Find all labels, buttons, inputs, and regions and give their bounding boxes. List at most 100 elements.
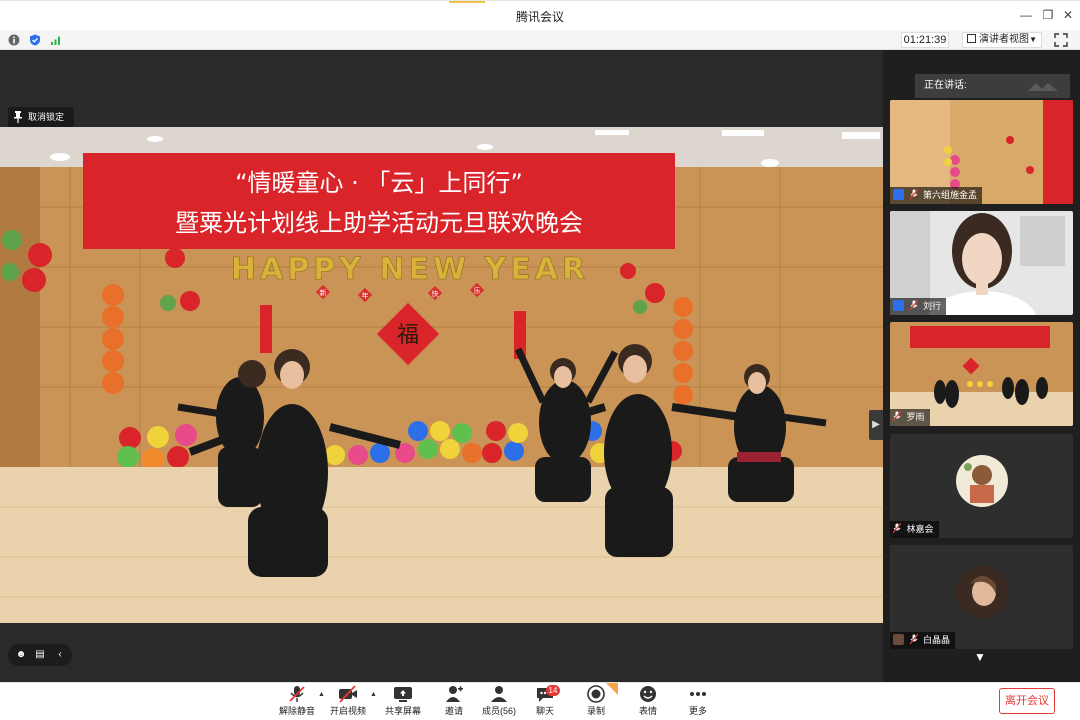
record-new-corner-badge <box>606 683 618 695</box>
pin-icon <box>14 111 22 123</box>
unmute-label: 解除静音 <box>278 706 315 716</box>
avatar-image <box>956 455 1008 507</box>
start-video-label: 开启视频 <box>329 706 366 716</box>
couplet-char-1: 新 <box>320 288 327 297</box>
tencent-meeting-window: 腾讯会议 — ❐ ✕ 01:21:39 演讲者视图 ▼ 取消锁定 “情暖童心 ·… <box>0 0 1080 720</box>
audio-options-caret[interactable]: ▲ <box>318 691 326 699</box>
info-icon[interactable] <box>8 34 20 46</box>
avatar-image <box>956 566 1008 618</box>
fullscreen-icon[interactable] <box>1054 33 1068 47</box>
unmute-button[interactable]: 解除静音 <box>277 685 317 719</box>
emoji-icon <box>640 686 656 702</box>
participant-name: 第六组施金孟 <box>923 190 978 200</box>
unlock-pin-button[interactable]: 取消锁定 <box>8 107 74 127</box>
chat-unread-badge: 14 <box>546 685 560 696</box>
stage-video-picture: “情暖童心 · 「云」上同行” 暨粟光计划线上助学活动元旦联欢晚会 HAPPY … <box>0 127 883 623</box>
more-dots-icon <box>690 692 706 696</box>
chevron-left-icon[interactable]: ‹ <box>53 648 67 662</box>
couplet-char-2: 年 <box>362 291 369 300</box>
participant-name-tag: 第六组施金孟 <box>890 187 983 204</box>
title-bar: 腾讯会议 — ❐ ✕ <box>0 0 1080 30</box>
record-button[interactable]: 录制 <box>576 683 618 719</box>
unlock-label: 取消锁定 <box>28 112 65 122</box>
minimize-button[interactable]: — <box>1018 7 1034 23</box>
banner-line-1: “情暖童心 · 「云」上同行” <box>235 169 523 197</box>
speaker-view-icon <box>967 34 976 43</box>
speaking-label: 正在讲话: <box>924 80 967 91</box>
participant-name: 刘行 <box>923 301 942 311</box>
video-options-caret[interactable]: ▲ <box>370 691 378 699</box>
chevron-down-icon: ▼ <box>1029 35 1037 44</box>
speaking-indicator: 正在讲话: <box>915 74 1070 98</box>
participant-name: 林嘉会 <box>906 524 934 534</box>
meeting-toolbar: 解除静音 ▲ 开启视频 ▲ 共享屏幕 邀请 成员(56) 14 聊天 录制 表情… <box>0 682 1080 720</box>
close-button[interactable]: ✕ <box>1060 7 1076 23</box>
chat-label: 聊天 <box>535 706 554 716</box>
add-user-icon <box>446 686 463 702</box>
shared-video-feed[interactable]: “情暖童心 · 「云」上同行” 暨粟光计划线上助学活动元旦联欢晚会 HAPPY … <box>0 127 883 623</box>
screen-share-icon <box>394 687 412 702</box>
members-button[interactable]: 成员(56) <box>479 685 519 719</box>
members-label: 成员(56) <box>481 706 516 716</box>
title-accent <box>449 1 485 3</box>
share-screen-label: 共享屏幕 <box>384 706 421 716</box>
emoji-reaction-icon[interactable]: ☻ <box>14 648 28 662</box>
happy-new-year-balloons: HAPPY NEW YEAR <box>231 252 589 287</box>
chat-bubble-icon[interactable]: ▤ <box>33 648 47 662</box>
participant-panel: 正在讲话: 第六组施金孟 刘行 罗雨 林嘉会 白晶晶 ▼ <box>883 50 1080 682</box>
microphone-muted-icon <box>909 189 918 200</box>
reactions-button[interactable]: 表情 <box>628 685 668 719</box>
chevron-right-icon: ▶ <box>872 419 880 430</box>
member-icon <box>893 189 904 200</box>
main-video-stage: 取消锁定 “情暖童心 · 「云」上同行” 暨粟光计划线上助学活动元旦联欢晚会 H… <box>0 50 883 682</box>
security-shield-icon[interactable] <box>29 34 41 46</box>
leave-meeting-button[interactable]: 离开会议 <box>999 688 1055 714</box>
chat-button[interactable]: 14 聊天 <box>525 685 565 719</box>
more-button[interactable]: 更多 <box>678 685 718 719</box>
record-label: 录制 <box>586 706 605 716</box>
view-mode-label: 演讲者视图 <box>979 34 1029 45</box>
participant-name: 罗雨 <box>906 412 925 422</box>
member-icon <box>893 300 904 311</box>
participant-name-tag: 白晶晶 <box>890 632 956 649</box>
participant-tile[interactable]: 罗雨 <box>890 322 1073 426</box>
invite-button[interactable]: 邀请 <box>434 685 474 719</box>
more-label: 更多 <box>688 706 707 716</box>
network-signal-icon[interactable] <box>50 34 62 46</box>
avatar <box>956 455 1008 507</box>
record-icon <box>587 685 605 703</box>
reactions-label: 表情 <box>638 706 657 716</box>
meeting-info-bar: 01:21:39 演讲者视图 ▼ <box>0 30 1080 50</box>
microphone-muted-icon <box>909 300 918 311</box>
participant-name: 白晶晶 <box>923 635 951 645</box>
microphone-muted-icon <box>289 686 305 702</box>
camera-off-icon <box>339 685 357 703</box>
scroll-down-arrow-icon[interactable]: ▼ <box>973 651 987 663</box>
participant-name-tag: 刘行 <box>890 298 947 315</box>
microphone-muted-icon <box>893 411 901 422</box>
maximize-button[interactable]: ❐ <box>1040 7 1056 23</box>
window-title: 腾讯会议 <box>515 10 564 24</box>
microphone-muted-icon <box>909 634 918 645</box>
view-mode-dropdown[interactable]: 演讲者视图 ▼ <box>962 32 1042 48</box>
meeting-timer: 01:21:39 <box>901 32 949 48</box>
couplet-char-4: 乐 <box>474 286 481 295</box>
participant-tile[interactable]: 第六组施金孟 <box>890 100 1073 204</box>
microphone-muted-icon <box>893 523 901 534</box>
share-screen-button[interactable]: 共享屏幕 <box>383 685 423 719</box>
participant-name-tag: 林嘉会 <box>890 521 939 538</box>
stage-control-pill: ☻ ▤ ‹ <box>8 644 72 666</box>
participant-tile[interactable]: 白晶晶 <box>890 545 1073 649</box>
collapse-panel-button[interactable]: ▶ <box>869 410 883 440</box>
members-icon <box>491 686 507 702</box>
participant-tile[interactable]: 刘行 <box>890 211 1073 315</box>
fu-character: 福 <box>397 323 419 348</box>
member-icon <box>893 634 904 645</box>
participant-tile[interactable]: 林嘉会 <box>890 434 1073 538</box>
invite-label: 邀请 <box>444 706 463 716</box>
banner-line-2: 暨粟光计划线上助学活动元旦联欢晚会 <box>175 209 583 237</box>
avatar <box>956 566 1008 618</box>
start-video-button[interactable]: 开启视频 <box>328 685 368 719</box>
couplet-char-3: 快 <box>432 289 439 298</box>
audio-wave-icon <box>1028 83 1058 91</box>
